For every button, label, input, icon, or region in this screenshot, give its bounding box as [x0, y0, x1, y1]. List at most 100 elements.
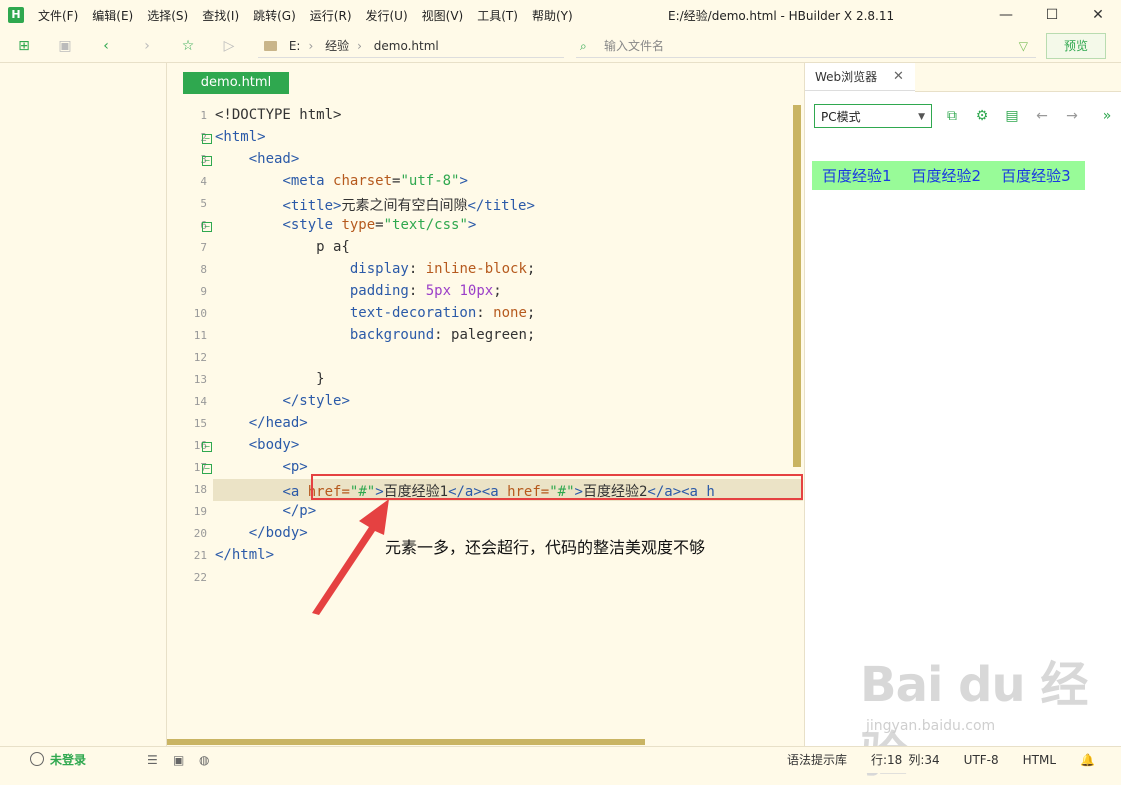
line-number: 11 — [193, 329, 207, 342]
vertical-scrollbar[interactable] — [793, 105, 801, 467]
menu-bar: 文件(F) 编辑(E) 选择(S) 查找(I) 跳转(G) 运行(R) 发行(U… — [38, 7, 587, 24]
search-placeholder: 输入文件名 — [604, 39, 665, 53]
line-number: 22 — [193, 571, 207, 584]
project-panel — [0, 63, 167, 746]
window-title: E:/经验/demo.html - HBuilder X 2.8.11 — [668, 9, 895, 23]
line-number: 9 — [200, 285, 207, 298]
maximize-button[interactable]: ☐ — [1029, 0, 1075, 30]
arrow-right-icon[interactable]: → — [1063, 107, 1081, 125]
cursor-line: 行:18 — [871, 753, 903, 767]
line-number: 8 — [200, 263, 207, 276]
line-number: 6 — [200, 219, 207, 232]
annotation-text: 元素一多，还会超行，代码的整洁美观度不够 — [385, 538, 706, 557]
line-number: 21 — [193, 549, 207, 562]
menu-file[interactable]: 文件(F) — [38, 7, 78, 24]
hbuilder-logo-icon: H — [8, 7, 24, 23]
code-line: </p> — [282, 503, 317, 519]
line-number: 13 — [193, 373, 207, 386]
code-line: text-decoration: none; — [349, 305, 536, 321]
console-icon[interactable]: ▤ — [1003, 107, 1021, 125]
save-icon[interactable]: ▣ — [56, 37, 74, 55]
encoding[interactable]: UTF-8 — [964, 747, 999, 773]
line-number: 16 — [193, 439, 207, 452]
rendered-link-1[interactable]: 百度经验1 — [812, 165, 902, 186]
tab-strip-empty — [915, 63, 1121, 92]
line-number: 19 — [193, 505, 207, 518]
fold-toggle-icon[interactable]: − — [202, 442, 212, 452]
menu-view[interactable]: 视图(V) — [422, 7, 464, 24]
code-line: </html> — [215, 547, 275, 563]
code-line: p a{ — [215, 239, 350, 255]
login-label: 未登录 — [50, 753, 87, 767]
filter-icon[interactable]: ▽ — [1019, 35, 1028, 57]
code-editor[interactable]: demo.html 1 2 3 4 5 6 7 8 9 10 11 12 13 … — [167, 63, 803, 746]
list-icon[interactable]: ☰ — [147, 747, 158, 773]
gear-icon[interactable]: ⚙ — [973, 107, 991, 125]
more-icon[interactable]: » — [1098, 107, 1116, 125]
line-number: 1 — [200, 109, 207, 122]
horizontal-scrollbar[interactable] — [167, 739, 645, 745]
preview-button[interactable]: 预览 — [1046, 33, 1106, 59]
bell-icon[interactable]: 🔔 — [1080, 747, 1095, 773]
menu-help[interactable]: 帮助(Y) — [532, 7, 573, 24]
language-mode[interactable]: HTML — [1023, 747, 1056, 773]
back-icon[interactable]: ‹ — [97, 37, 115, 55]
fold-toggle-icon[interactable]: − — [202, 156, 212, 166]
menu-select[interactable]: 选择(S) — [147, 7, 188, 24]
menu-tools[interactable]: 工具(T) — [477, 7, 518, 24]
mode-select-value: PC模式 — [821, 110, 861, 124]
breadcrumb-separator-icon: › — [308, 39, 314, 53]
line-number: 2 — [200, 131, 207, 144]
code-line: background: palegreen; — [349, 327, 536, 343]
close-window-button[interactable]: ✕ — [1075, 0, 1121, 30]
globe-icon[interactable]: ◍ — [199, 747, 209, 773]
breadcrumb-folder[interactable]: 经验 — [325, 39, 349, 53]
code-line: </head> — [248, 415, 308, 431]
run-icon[interactable]: ▷ — [220, 37, 238, 55]
code-line: <!DOCTYPE html> — [215, 107, 342, 123]
line-number: 5 — [200, 197, 207, 210]
chevron-down-icon: ▼ — [918, 112, 925, 122]
close-icon[interactable]: ✕ — [893, 63, 904, 91]
tab-web-browser[interactable]: Web浏览器 ✕ — [805, 63, 915, 91]
breadcrumb: E: › 经验 › demo.html — [258, 35, 564, 58]
fold-toggle-icon[interactable]: − — [202, 134, 212, 144]
syntax-hint[interactable]: 语法提示库 — [787, 747, 847, 773]
star-icon[interactable]: ☆ — [179, 37, 197, 55]
rendered-link-2[interactable]: 百度经验2 — [902, 165, 992, 186]
code-line: display: inline-block; — [349, 261, 536, 277]
menu-edit[interactable]: 编辑(E) — [92, 7, 133, 24]
breadcrumb-file[interactable]: demo.html — [374, 39, 439, 53]
tab-web-browser-label: Web浏览器 — [815, 70, 878, 84]
fold-toggle-icon[interactable]: − — [202, 464, 212, 474]
breadcrumb-drive[interactable]: E: — [289, 39, 301, 53]
tab-demo-html[interactable]: demo.html — [183, 72, 289, 94]
arrow-left-icon[interactable]: ← — [1033, 107, 1051, 125]
search-icon: ⌕ — [580, 39, 587, 53]
cursor-column: 列:34 — [908, 753, 940, 767]
menu-run[interactable]: 运行(R) — [310, 7, 352, 24]
code-line: <head> — [248, 151, 300, 167]
line-number: 3 — [200, 153, 207, 166]
new-file-icon[interactable]: ⊞ — [15, 37, 33, 55]
code-line: <body> — [248, 437, 300, 453]
fold-toggle-icon[interactable]: − — [202, 222, 212, 232]
code-line: padding: 5px 10px; — [349, 283, 502, 299]
line-number: 12 — [193, 351, 207, 364]
rendered-link-3[interactable]: 百度经验3 — [991, 165, 1081, 186]
login-status[interactable]: 未登录 — [30, 747, 86, 773]
web-browser-panel: Web浏览器 ✕ PC模式 ▼ ⧉ ⚙ ▤ ← → » 百度经验1 百度经验2 … — [804, 63, 1121, 746]
forward-icon[interactable]: › — [138, 37, 156, 55]
line-number: 14 — [193, 395, 207, 408]
title-bar: H 文件(F) 编辑(E) 选择(S) 查找(I) 跳转(G) 运行(R) 发行… — [0, 0, 1121, 30]
line-number: 7 — [200, 241, 207, 254]
open-external-icon[interactable]: ⧉ — [943, 107, 961, 125]
terminal-icon[interactable]: ▣ — [173, 747, 184, 773]
menu-find[interactable]: 查找(I) — [202, 7, 239, 24]
menu-goto[interactable]: 跳转(G) — [253, 7, 296, 24]
minimize-button[interactable]: — — [983, 0, 1029, 30]
file-search-input[interactable]: ⌕ 输入文件名 ▽ — [576, 35, 1036, 58]
mode-select[interactable]: PC模式 ▼ — [814, 104, 932, 128]
menu-publish[interactable]: 发行(U) — [366, 7, 408, 24]
line-number: 10 — [193, 307, 207, 320]
